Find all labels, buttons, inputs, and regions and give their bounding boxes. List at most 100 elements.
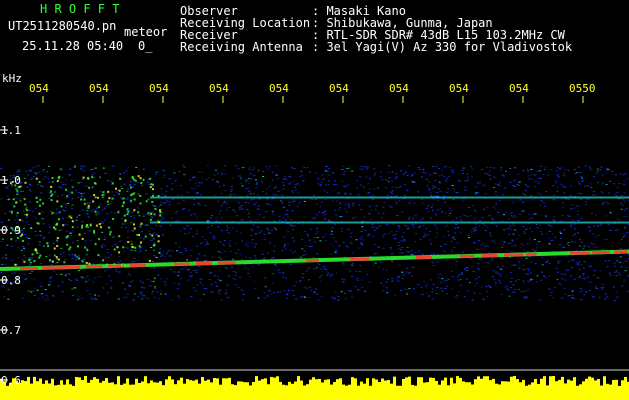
noise-dot: [60, 247, 63, 249]
noise-dot: [117, 261, 120, 263]
noise-dot: [56, 195, 59, 197]
noise-dot: [248, 168, 251, 170]
meteor-echo-dot: [123, 264, 126, 267]
noise-dot: [455, 260, 458, 262]
noise-dot: [368, 206, 371, 208]
noise-dot: [238, 175, 240, 177]
meteor-echo-dot: [51, 260, 54, 263]
noise-dot: [518, 185, 521, 186]
noise-dot: [104, 270, 107, 272]
noise-dot: [146, 278, 149, 280]
noise-dot: [486, 207, 489, 209]
noise-dot: [525, 257, 528, 259]
noise-dot: [501, 220, 504, 222]
noise-dot: [508, 224, 511, 226]
noise-dot: [311, 218, 314, 220]
noise-dot: [166, 185, 169, 187]
noise-dot: [367, 192, 370, 193]
meteor-echo-dot: [122, 197, 125, 200]
noise-dot: [141, 185, 143, 186]
baseline-bar: [576, 385, 579, 400]
noise-dot: [134, 229, 136, 231]
noise-dot: [211, 256, 214, 258]
noise-dot: [395, 230, 398, 232]
noise-dot: [258, 168, 260, 170]
baseline-bar: [549, 376, 552, 400]
noise-dot: [280, 200, 283, 202]
noise-dot: [46, 299, 49, 301]
noise-dot: [61, 228, 63, 230]
noise-dot: [181, 194, 184, 196]
noise-dot: [251, 239, 254, 241]
noise-dot: [232, 271, 235, 272]
noise-dot: [96, 207, 98, 209]
noise-dot: [39, 230, 42, 232]
noise-dot: [509, 226, 511, 228]
noise-dot: [493, 279, 496, 281]
noise-dot: [179, 297, 181, 299]
meteor-echo-dot: [139, 194, 142, 197]
noise-dot: [475, 186, 478, 188]
meteor-echo-dot: [87, 206, 90, 209]
noise-dot: [178, 283, 181, 285]
noise-dot: [173, 271, 176, 273]
noise-dot: [68, 273, 71, 275]
noise-dot: [451, 276, 454, 278]
noise-dot: [47, 177, 50, 179]
noise-dot: [321, 182, 324, 183]
meteor-echo-dot: [139, 177, 142, 180]
noise-dot: [522, 231, 525, 233]
noise-dot: [430, 260, 433, 262]
x-tick-label: 0550: [569, 82, 596, 95]
noise-dot: [101, 247, 104, 249]
noise-dot: [361, 226, 364, 228]
baseline-bar: [189, 380, 192, 400]
noise-dot: [234, 275, 237, 276]
noise-dot: [30, 178, 33, 180]
noise-dot: [595, 194, 598, 196]
x-tick-label: 054: [329, 82, 349, 95]
noise-dot: [299, 175, 302, 177]
noise-dot: [71, 288, 74, 290]
noise-dot: [534, 174, 537, 176]
meteor-echo-dot: [80, 198, 83, 201]
noise-dot: [440, 245, 443, 247]
noise-dot: [531, 230, 534, 232]
noise-dot: [502, 229, 505, 230]
baseline-bar: [291, 383, 294, 400]
noise-dot: [471, 299, 474, 301]
meteor-echo-dot: [131, 245, 134, 248]
baseline-bar: [351, 377, 354, 400]
noise-dot: [128, 285, 131, 287]
noise-dot: [436, 261, 439, 263]
noise-dot: [193, 203, 195, 205]
noise-dot: [358, 204, 361, 206]
noise-dot: [623, 200, 626, 202]
noise-dot: [431, 298, 434, 300]
noise-dot: [456, 275, 459, 277]
noise-dot: [229, 193, 232, 195]
noise-dot: [155, 234, 158, 235]
noise-dot: [352, 217, 354, 219]
noise-dot: [186, 225, 189, 227]
noise-dot: [545, 233, 548, 235]
noise-dot: [333, 184, 336, 185]
noise-dot: [166, 278, 169, 280]
noise-dot: [251, 169, 254, 171]
meteor-echo-dot: [86, 249, 89, 252]
noise-dot: [78, 270, 81, 272]
noise-dot: [623, 234, 626, 236]
noise-dot: [526, 289, 529, 291]
noise-dot: [197, 171, 200, 173]
noise-dot: [152, 192, 155, 194]
noise-dot: [106, 292, 109, 294]
noise-dot: [536, 227, 539, 229]
noise-dot: [416, 213, 419, 215]
noise-dot: [517, 173, 520, 175]
baseline-bar: [405, 377, 408, 400]
noise-dot: [291, 201, 294, 203]
noise-dot: [387, 172, 390, 174]
noise-dot: [81, 221, 84, 223]
noise-dot: [42, 245, 45, 247]
noise-dot: [461, 169, 464, 171]
